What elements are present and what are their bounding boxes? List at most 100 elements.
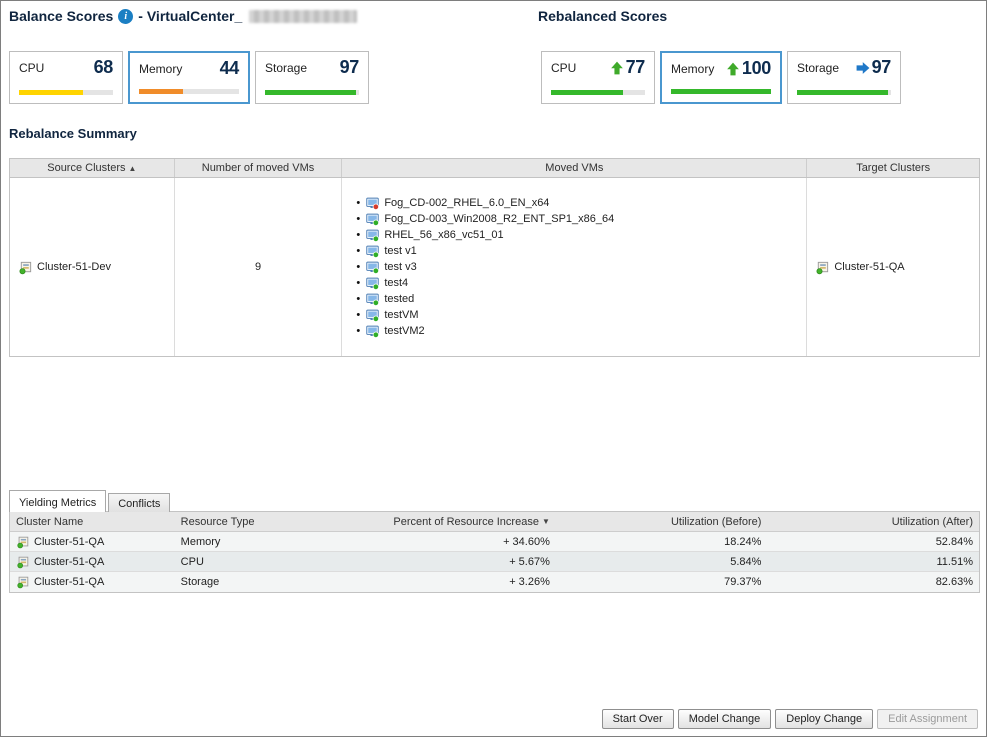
vm-icon-running (366, 309, 379, 322)
vm-icon-running (366, 229, 379, 242)
summary-table-header: Source Clusters ▲ Number of moved VMs Mo… (10, 159, 979, 178)
before-value: 79.37% (724, 576, 761, 588)
page-header-left: Balance Scores i - VirtualCenter_ (9, 8, 357, 24)
score-card-memory[interactable]: Memory 44 (128, 51, 250, 104)
utilization-before-cell: 18.24% (556, 532, 768, 551)
increase-value: + 3.26% (509, 576, 550, 588)
column-header-cluster-name[interactable]: Cluster Name (10, 512, 175, 531)
vm-name: test v1 (384, 245, 416, 257)
column-label: Percent of Resource Increase (393, 516, 539, 528)
column-header-utilization-after[interactable]: Utilization (After) (767, 512, 979, 531)
utilization-before-cell: 79.37% (556, 572, 768, 592)
column-label: Target Clusters (856, 162, 930, 174)
rebalanced-card-storage[interactable]: Storage 97 (787, 51, 901, 104)
vm-name: Fog_CD-002_RHEL_6.0_EN_x64 (384, 197, 549, 209)
cluster-name: Cluster-51-QA (34, 536, 104, 548)
score-bar-fill (139, 89, 183, 94)
bullet: • (355, 277, 361, 289)
score-card-value: 97 (340, 57, 359, 78)
tab-label: Conflicts (118, 498, 160, 510)
score-bar (19, 90, 113, 95)
score-card-storage[interactable]: Storage 97 (255, 51, 369, 104)
score-card-label: Memory (671, 62, 714, 76)
score-bar-fill (265, 90, 356, 95)
after-value: 11.51% (937, 556, 974, 568)
yielding-metrics-table: Cluster Name Resource Type Percent of Re… (9, 511, 980, 593)
rebalanced-card-memory[interactable]: Memory 100 (660, 51, 782, 104)
vm-name: test v3 (384, 261, 416, 273)
score-card-value: 77 (626, 57, 645, 78)
score-bar-fill (551, 90, 623, 95)
start-over-button[interactable]: Start Over (602, 709, 674, 729)
rebalanced-card-cpu[interactable]: CPU 77 (541, 51, 655, 104)
column-header-percent-increase[interactable]: Percent of Resource Increase ▼ (290, 512, 555, 531)
column-header-source-clusters[interactable]: Source Clusters ▲ (10, 159, 175, 177)
score-card-label: Memory (139, 62, 182, 76)
utilization-before-cell: 5.84% (556, 552, 768, 571)
redacted-vcenter-name (249, 10, 357, 23)
column-header-target-clusters[interactable]: Target Clusters (807, 159, 979, 177)
vm-list-item: • test4 (355, 275, 614, 291)
tab-yielding-metrics[interactable]: Yielding Metrics (9, 490, 106, 512)
vm-name: testVM (384, 309, 418, 321)
utilization-after-cell: 82.63% (767, 572, 979, 592)
score-card-label: CPU (551, 61, 576, 75)
table-row[interactable]: Cluster-51-QA Memory + 34.60% 18.24% 52.… (10, 532, 979, 552)
vm-icon-running (366, 245, 379, 258)
after-value: 82.63% (936, 576, 973, 588)
deploy-change-button[interactable]: Deploy Change (775, 709, 873, 729)
resource-type: Memory (181, 536, 221, 548)
cluster-name-cell: Cluster-51-QA (10, 572, 175, 592)
after-value: 52.84% (936, 536, 973, 548)
model-change-button[interactable]: Model Change (678, 709, 772, 729)
score-bar (797, 90, 891, 95)
column-label: Number of moved VMs (202, 162, 314, 174)
vm-icon-running (366, 261, 379, 274)
cluster-icon (16, 555, 30, 569)
table-row[interactable]: Cluster-51-QA CPU + 5.67% 5.84% 11.51% (10, 552, 979, 572)
column-header-utilization-before[interactable]: Utilization (Before) (556, 512, 768, 531)
score-card-value: 44 (220, 58, 239, 79)
table-row[interactable]: Cluster-51-QA Storage + 3.26% 79.37% 82.… (10, 572, 979, 592)
vm-icon-running (366, 277, 379, 290)
vm-name: testVM2 (384, 325, 424, 337)
bullet: • (355, 309, 361, 321)
column-header-resource-type[interactable]: Resource Type (175, 512, 291, 531)
score-card-label: Storage (797, 61, 839, 75)
rebalanced-score-cards: CPU 77 Memory 100 St (541, 51, 901, 104)
column-header-moved-count[interactable]: Number of moved VMs (175, 159, 343, 177)
vm-list-item: • tested (355, 291, 614, 307)
info-icon[interactable]: i (118, 9, 133, 24)
tab-label: Yielding Metrics (19, 497, 96, 509)
cluster-icon (815, 260, 830, 275)
resource-type: CPU (181, 556, 204, 568)
bullet: • (355, 261, 361, 273)
vm-icon-running (366, 213, 379, 226)
score-bar-fill (797, 90, 888, 95)
increase-cell: + 34.60% (290, 532, 555, 551)
balance-scores-screen: Balance Scores i - VirtualCenter_ Rebala… (0, 0, 987, 737)
resource-type-cell: Storage (175, 572, 291, 592)
cluster-name: Cluster-51-QA (34, 556, 104, 568)
tab-conflicts[interactable]: Conflicts (108, 493, 170, 512)
score-card-label: Storage (265, 61, 307, 75)
score-bar (139, 89, 239, 94)
score-card-label: CPU (19, 61, 44, 75)
column-header-moved-vms[interactable]: Moved VMs (342, 159, 807, 177)
column-label: Cluster Name (16, 516, 83, 528)
vm-list: • Fog_CD-002_RHEL_6.0_EN_x64 • (342, 195, 614, 339)
vm-name: test4 (384, 277, 408, 289)
vm-list-item: • test v3 (355, 259, 614, 275)
summary-row: Cluster-51-Dev 9 • (10, 178, 979, 356)
edit-assignment-button[interactable]: Edit Assignment (877, 709, 978, 729)
vm-icon-running (366, 325, 379, 338)
bullet: • (355, 245, 361, 257)
utilization-after-cell: 52.84% (767, 532, 979, 551)
page-header-right: Rebalanced Scores (538, 8, 667, 24)
sort-desc-icon: ▼ (542, 517, 550, 526)
rebalance-summary-heading: Rebalance Summary (9, 126, 137, 141)
resource-type: Storage (181, 576, 220, 588)
vm-list-item: • test v1 (355, 243, 614, 259)
cluster-icon (16, 575, 30, 589)
score-card-cpu[interactable]: CPU 68 (9, 51, 123, 104)
